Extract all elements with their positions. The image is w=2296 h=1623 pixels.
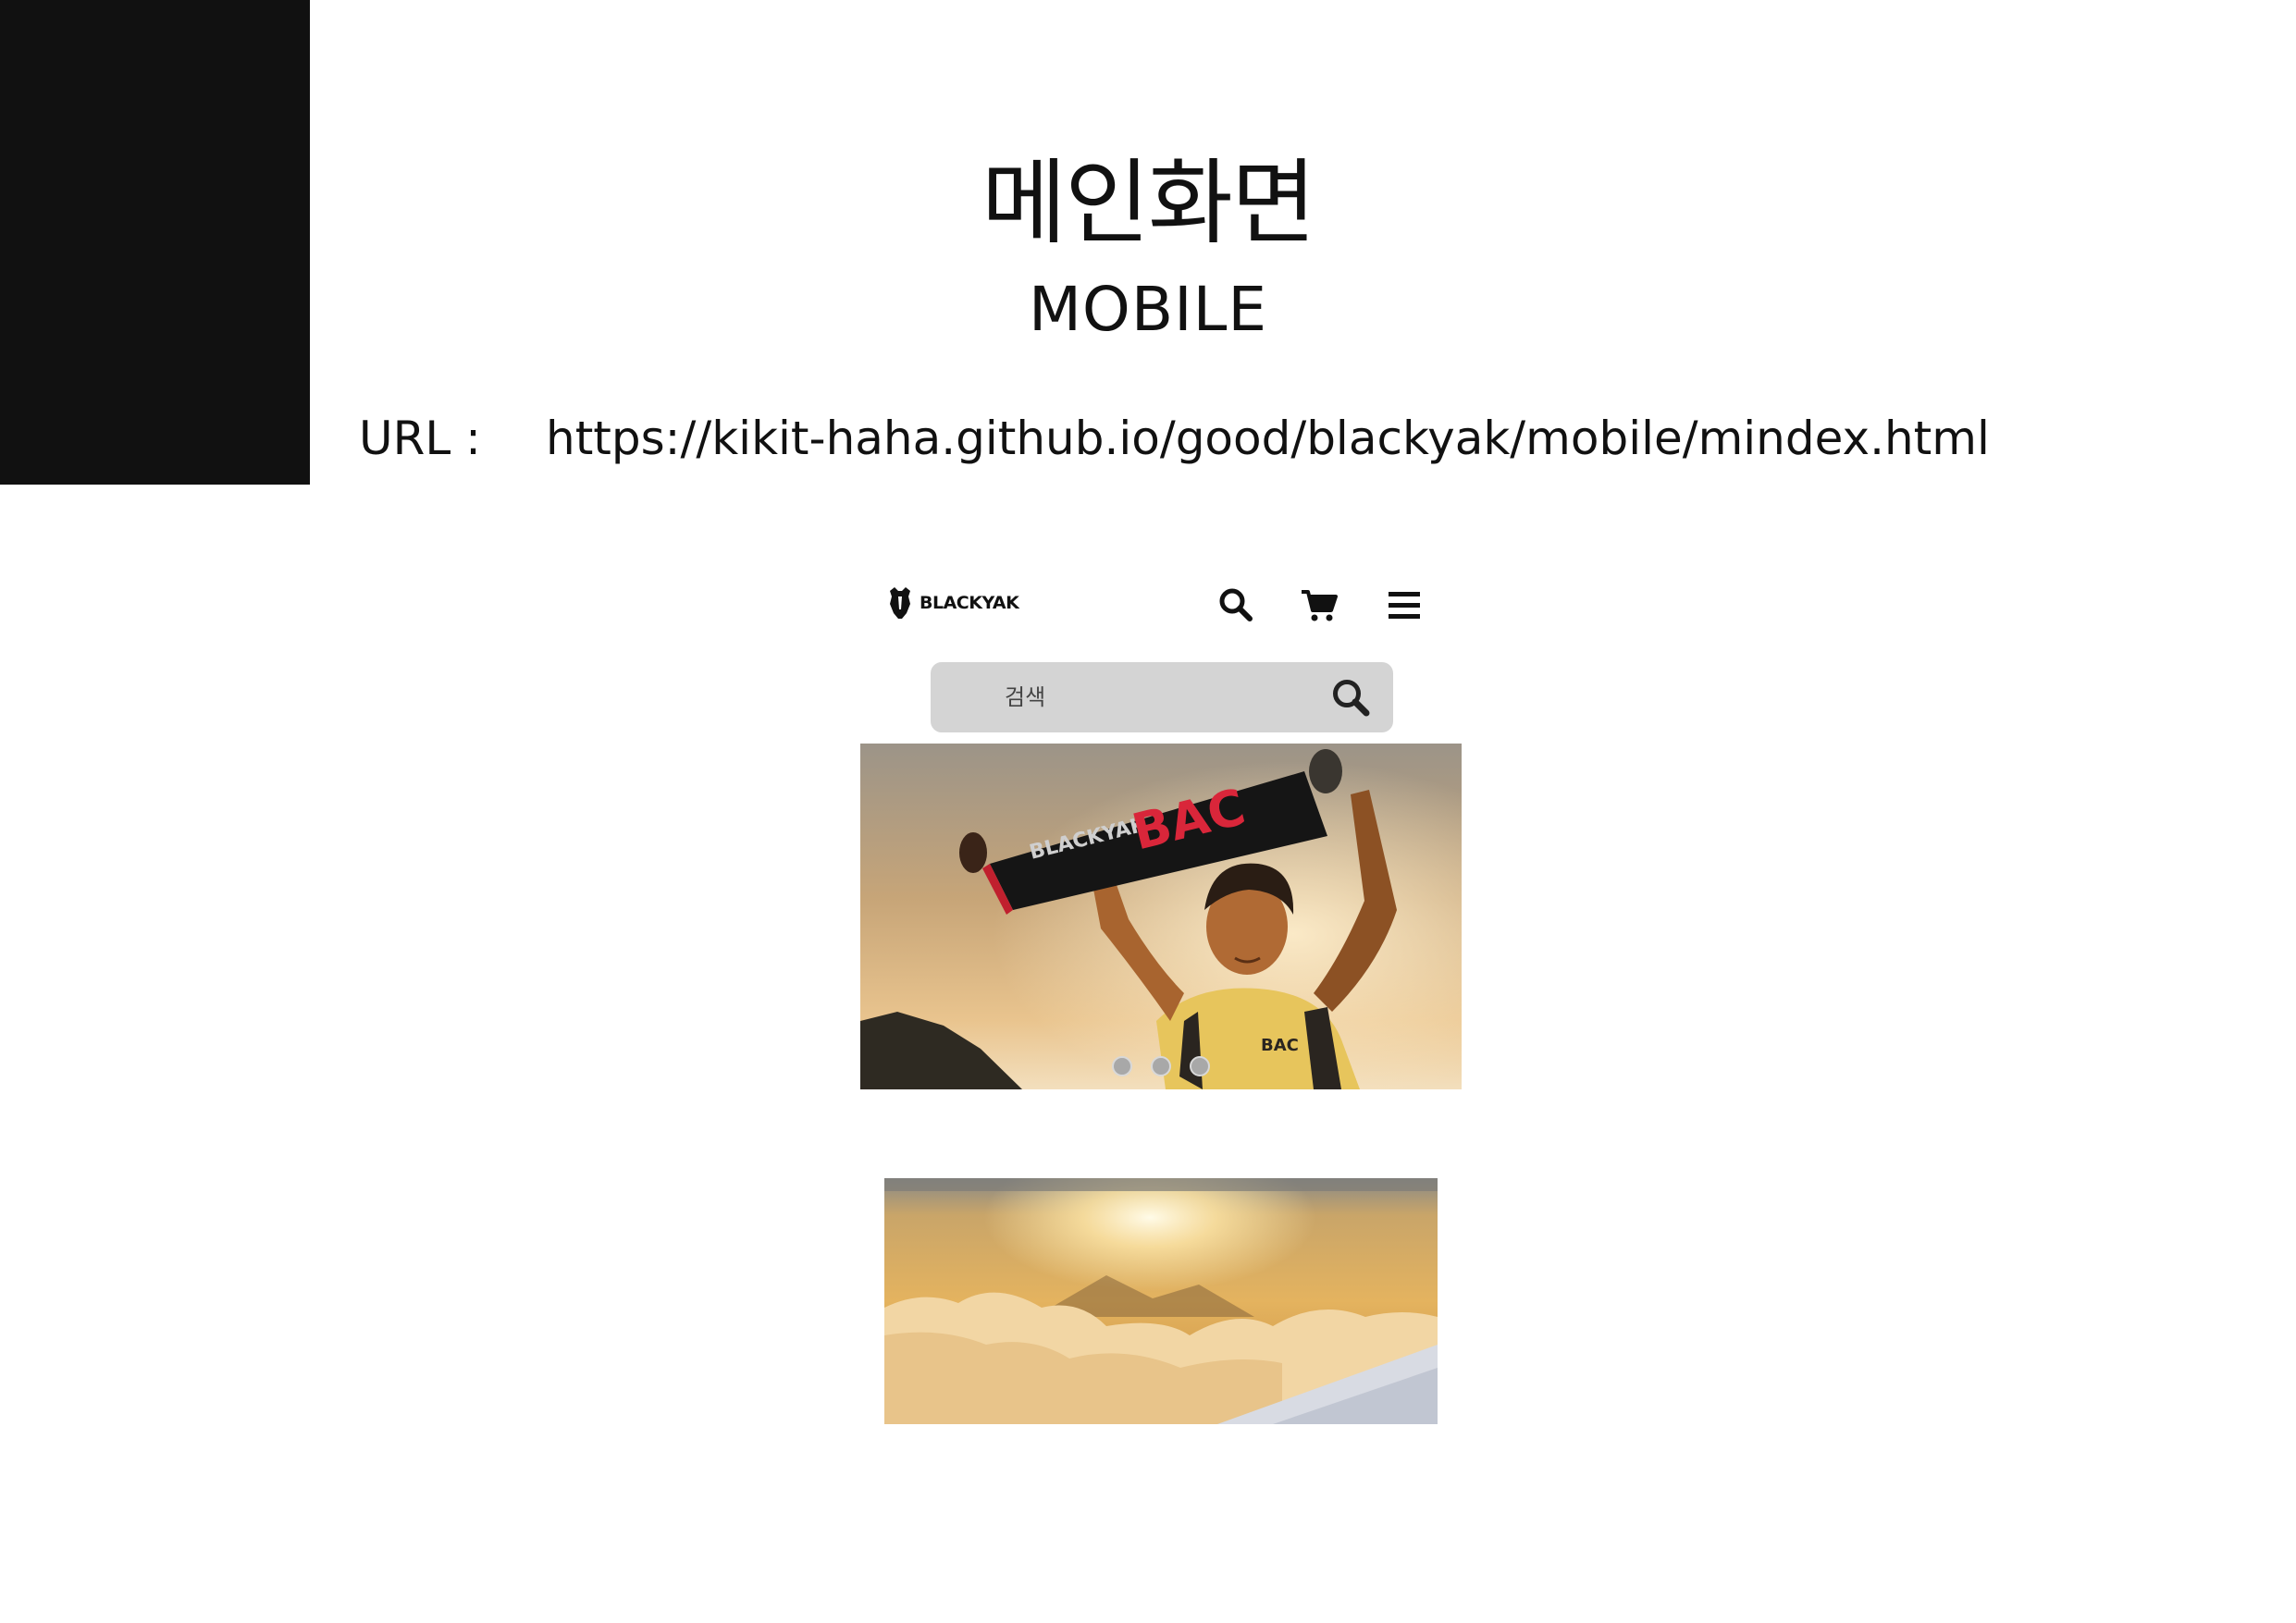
mountain-banner[interactable] <box>884 1178 1438 1424</box>
hero-image: BLACKYAK BAC BAC <box>860 744 1462 1089</box>
url-link[interactable]: https://kikit-haha.github.io/good/blacky… <box>546 409 1990 468</box>
yak-logo-icon <box>890 587 910 619</box>
logo[interactable]: BLACKYAK <box>886 583 1019 623</box>
slider-dot[interactable] <box>1151 1056 1171 1076</box>
mobile-preview: BLACKYAK 검색 BLACKYAK BAC BAC <box>860 573 1462 1433</box>
cart-icon[interactable] <box>1299 584 1339 625</box>
search-bar <box>931 662 1393 732</box>
slider-dot[interactable] <box>1112 1056 1132 1076</box>
slider-dots <box>860 1056 1462 1076</box>
search-input[interactable] <box>977 675 1310 719</box>
page-title: 메인화면 <box>981 149 1316 257</box>
page-subtitle: MOBILE <box>1028 274 1268 345</box>
search-submit-icon[interactable] <box>1328 675 1373 719</box>
shirt-logo-text: BAC <box>1261 1036 1299 1055</box>
slider-dot[interactable] <box>1190 1056 1210 1076</box>
menu-icon[interactable] <box>1384 584 1425 625</box>
logo-text: BLACKYAK <box>920 593 1019 613</box>
mountain-clouds-image <box>884 1178 1438 1424</box>
url-label: URL : <box>359 412 481 465</box>
hero-slider[interactable]: BLACKYAK BAC BAC <box>860 744 1462 1089</box>
mobile-header: BLACKYAK <box>860 573 1462 638</box>
search-icon[interactable] <box>1216 584 1256 625</box>
